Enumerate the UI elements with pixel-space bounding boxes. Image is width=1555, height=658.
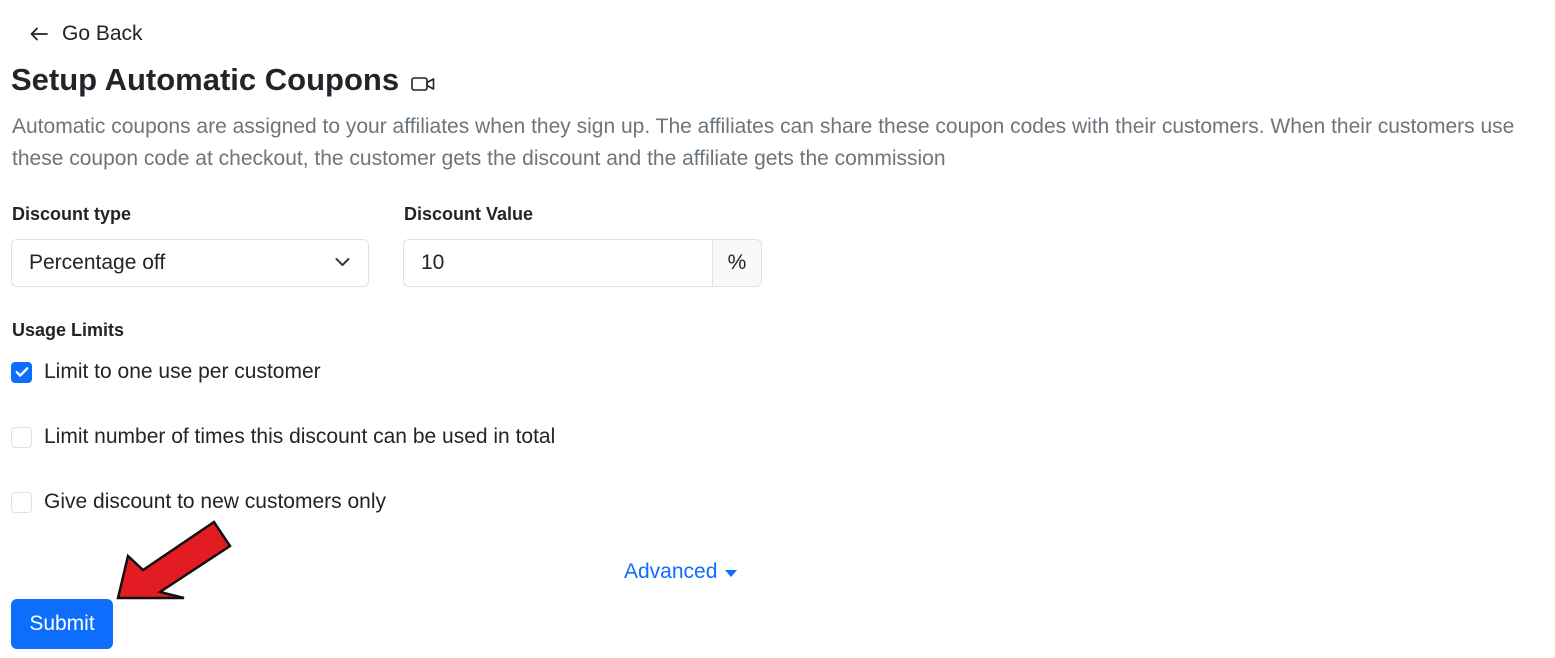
page-title: Setup Automatic Coupons: [11, 60, 435, 100]
limit-total-uses-option[interactable]: Limit number of times this discount can …: [11, 425, 555, 449]
caret-down-icon: [725, 569, 738, 577]
page-description: Automatic coupons are assigned to your a…: [12, 115, 1515, 170]
advanced-toggle[interactable]: Advanced: [624, 560, 738, 584]
limit-total-uses-checkbox[interactable]: [11, 426, 32, 448]
usage-limits-label: Usage Limits: [12, 320, 125, 340]
arrow-left-icon: [30, 27, 48, 41]
annotation-arrow-icon: [116, 520, 232, 600]
go-back-label: Go Back: [62, 22, 143, 45]
discount-value-group: %: [403, 239, 762, 287]
discount-unit-addon: %: [712, 239, 762, 287]
limit-total-uses-label: Limit number of times this discount can …: [44, 425, 556, 448]
chevron-down-icon: [335, 258, 350, 266]
new-customers-only-label: Give discount to new customers only: [44, 490, 386, 513]
video-camera-icon[interactable]: [411, 75, 435, 92]
limit-one-use-checkbox[interactable]: [11, 361, 32, 383]
discount-type-select[interactable]: Percentage off: [11, 239, 369, 287]
checkmark-icon: [15, 367, 28, 377]
discount-type-label: Discount type: [12, 204, 132, 224]
limit-one-use-label: Limit to one use per customer: [44, 360, 321, 383]
page-title-text: Setup Automatic Coupons: [11, 62, 400, 97]
discount-type-selected: Percentage off: [29, 251, 166, 274]
submit-button[interactable]: Submit: [11, 599, 113, 649]
new-customers-only-checkbox[interactable]: [11, 491, 32, 513]
new-customers-only-option[interactable]: Give discount to new customers only: [11, 490, 386, 514]
go-back-link[interactable]: Go Back: [30, 22, 143, 46]
limit-one-use-option[interactable]: Limit to one use per customer: [11, 360, 321, 384]
advanced-label: Advanced: [624, 560, 718, 583]
discount-value-label: Discount Value: [404, 204, 534, 224]
discount-value-input[interactable]: [403, 239, 712, 287]
